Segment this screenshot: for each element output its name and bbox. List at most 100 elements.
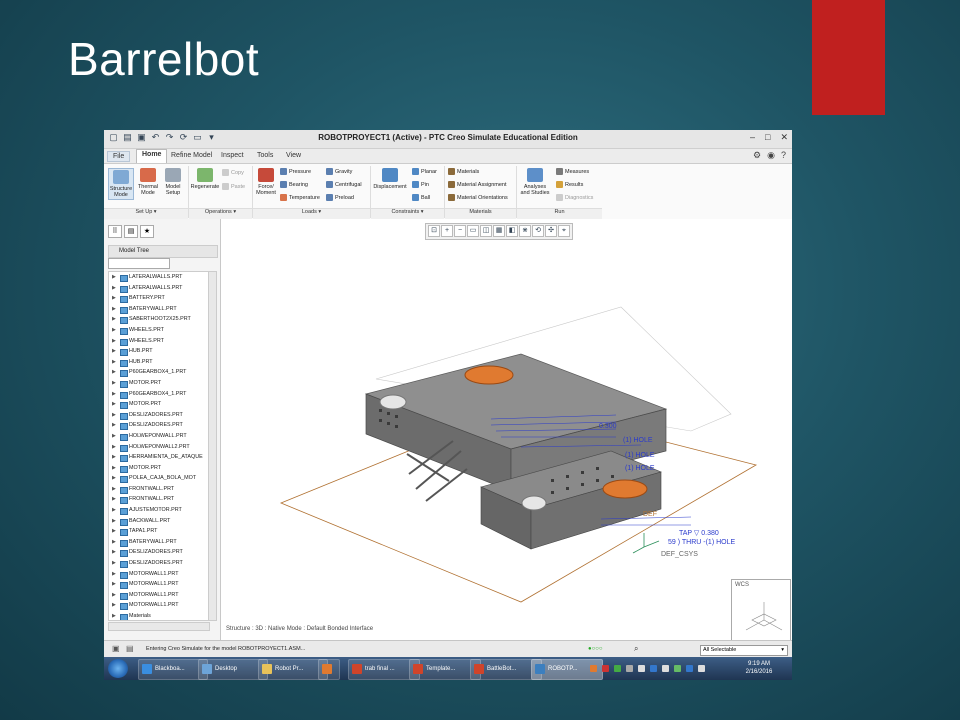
tree-item[interactable]: ▶ DESLIZADORES.PRT	[109, 558, 209, 569]
taskbar-media[interactable]	[318, 659, 340, 680]
tree-item[interactable]: ▶ HOLWEPONWALL2.PRT	[109, 442, 209, 453]
centrifugal-button[interactable]: Centrifugal	[326, 181, 362, 188]
paste-button[interactable]: Paste	[222, 183, 245, 190]
tree-item[interactable]: ▶ DESLIZADORES.PRT	[109, 420, 209, 431]
tree-item[interactable]: ▶ HUB.PRT	[109, 357, 209, 368]
force-moment-button[interactable]: Force/ Moment	[254, 168, 278, 196]
tab-file[interactable]: File	[107, 151, 131, 162]
model-setup-button[interactable]: Model Setup	[162, 168, 184, 196]
tree-item[interactable]: ▶ TAPA1.PRT	[109, 526, 209, 537]
expand-arrow-icon[interactable]: ▶	[112, 272, 116, 283]
bearing-button[interactable]: Bearing	[280, 181, 308, 188]
tab-view[interactable]: View	[281, 151, 306, 160]
selection-filter[interactable]: All Selectable ▾	[700, 645, 788, 656]
expand-arrow-icon[interactable]: ▶	[112, 357, 116, 368]
tree-item[interactable]: ▶ FRONTWALL.PRT	[109, 484, 209, 495]
tab-inspect[interactable]: Inspect	[216, 151, 249, 160]
tray-icon[interactable]	[590, 664, 597, 672]
status-icon[interactable]: ◉	[767, 150, 775, 161]
displacement-button[interactable]: Displacement	[372, 168, 408, 190]
expand-arrow-icon[interactable]: ▶	[112, 336, 116, 347]
expand-arrow-icon[interactable]: ▶	[112, 314, 116, 325]
expand-arrow-icon[interactable]: ▶	[112, 304, 116, 315]
folder-tab-icon[interactable]: ▤	[124, 225, 138, 238]
expand-arrow-icon[interactable]: ▶	[112, 399, 116, 410]
tab-refine-model[interactable]: Refine Model	[166, 151, 217, 160]
material-assignment-button[interactable]: Material Assignment	[448, 181, 507, 188]
expand-arrow-icon[interactable]: ▶	[112, 473, 116, 484]
find-icon[interactable]: ⌕	[634, 644, 638, 654]
expand-arrow-icon[interactable]: ▶	[112, 452, 116, 463]
expand-arrow-icon[interactable]: ▶	[112, 367, 116, 378]
tree-item[interactable]: ▶ POLEA_CAJA_BOLA_MOT	[109, 473, 209, 484]
tree-item[interactable]: ▶ MOTOR.PRT	[109, 399, 209, 410]
expand-arrow-icon[interactable]: ▶	[112, 484, 116, 495]
gravity-button[interactable]: Gravity	[326, 168, 352, 175]
volume-icon[interactable]	[698, 664, 705, 672]
analyses-button[interactable]: Analyses and Studies	[518, 168, 552, 196]
tray-icon[interactable]	[650, 664, 657, 672]
expand-arrow-icon[interactable]: ▶	[112, 442, 116, 453]
tree-item[interactable]: ▶ BATERYWALL.PRT	[109, 304, 209, 315]
tree-item[interactable]: ▶ DESLIZADORES.PRT	[109, 547, 209, 558]
expand-arrow-icon[interactable]: ▶	[112, 420, 116, 431]
message-area-icon[interactable]: ▤	[126, 644, 134, 653]
expand-arrow-icon[interactable]: ▶	[112, 558, 116, 569]
expand-arrow-icon[interactable]: ▶	[112, 463, 116, 474]
group-operations[interactable]: Operations ▾	[189, 208, 252, 219]
expand-arrow-icon[interactable]: ▶	[112, 346, 116, 357]
structure-mode-button[interactable]: Structure Mode	[108, 168, 134, 200]
tree-item[interactable]: ▶ AJUSTEMOTOR.PRT	[109, 505, 209, 516]
tree-item[interactable]: ▶ P60GEARBOX4_1.PRT	[109, 389, 209, 400]
network-icon[interactable]	[686, 664, 693, 672]
temperature-button[interactable]: Temperature	[280, 194, 320, 201]
expand-arrow-icon[interactable]: ▶	[112, 579, 116, 590]
tree-item[interactable]: ▶ FRONTWALL.PRT	[109, 494, 209, 505]
model-tree-search-input[interactable]	[108, 258, 170, 269]
help-icon[interactable]: ?	[781, 150, 786, 161]
tree-vertical-scrollbar[interactable]	[208, 271, 217, 621]
expand-arrow-icon[interactable]: ▶	[112, 590, 116, 601]
tree-item[interactable]: ▶ HERRAMIENTA_DE_ATAQUE	[109, 452, 209, 463]
expand-arrow-icon[interactable]: ▶	[112, 547, 116, 558]
regenerate-button[interactable]: Regenerate	[190, 168, 220, 190]
materials-button[interactable]: Materials	[448, 168, 479, 175]
tree-item[interactable]: ▶ HUB.PRT	[109, 346, 209, 357]
material-orientations-button[interactable]: Material Orientations	[448, 194, 508, 201]
tree-item[interactable]: ▶ MOTOR.PRT	[109, 463, 209, 474]
planar-button[interactable]: Planar	[412, 168, 437, 175]
tree-item[interactable]: ▶ MOTORWALL1.PRT	[109, 579, 209, 590]
tree-item[interactable]: ▶ P60GEARBOX4_1.PRT	[109, 367, 209, 378]
tree-item[interactable]: ▶ LATERALWALLS.PRT	[109, 283, 209, 294]
tree-item[interactable]: ▶ Materials	[109, 611, 209, 620]
tree-item[interactable]: ▶ BATERYWALL.PRT	[109, 537, 209, 548]
tray-icon[interactable]	[602, 664, 609, 672]
results-button[interactable]: Results	[556, 181, 583, 188]
minimize-icon[interactable]: –	[750, 132, 755, 143]
tray-icon[interactable]	[662, 664, 669, 672]
taskbar-clock[interactable]: 9:19 AM 2/16/2016	[734, 660, 784, 676]
tree-item[interactable]: ▶ SABERTHOOT2X25.PRT	[109, 314, 209, 325]
expand-arrow-icon[interactable]: ▶	[112, 293, 116, 304]
settings-icon[interactable]: ⚙	[753, 150, 761, 161]
preload-button[interactable]: Preload	[326, 194, 354, 201]
model-tree-tab-icon[interactable]: ⠿	[108, 225, 122, 238]
group-setup[interactable]: Set Up ▾	[104, 208, 188, 219]
tree-item[interactable]: ▶ BACKWALL.PRT	[109, 516, 209, 527]
tray-icon[interactable]	[674, 664, 681, 672]
group-constraints[interactable]: Constraints ▾	[371, 208, 444, 219]
favorites-tab-icon[interactable]: ★	[140, 225, 154, 238]
graphics-window[interactable]: ⊡ + − ▭ ◫ ▦ ◧ ⋇ ⟲ ✣ ⌖ (1) HOLE 0.300 (1)…	[221, 219, 792, 641]
pin-button[interactable]: Pin	[412, 181, 429, 188]
copy-button[interactable]: Copy	[222, 169, 244, 176]
expand-arrow-icon[interactable]: ▶	[112, 526, 116, 537]
expand-arrow-icon[interactable]: ▶	[112, 389, 116, 400]
close-icon[interactable]: ✕	[780, 132, 788, 143]
start-button[interactable]	[108, 659, 128, 678]
expand-arrow-icon[interactable]: ▶	[112, 600, 116, 611]
tree-item[interactable]: ▶ MOTORWALL1.PRT	[109, 600, 209, 611]
expand-arrow-icon[interactable]: ▶	[112, 431, 116, 442]
message-toggle-icon[interactable]: ▣	[112, 644, 120, 653]
tray-icon[interactable]	[614, 664, 621, 672]
expand-arrow-icon[interactable]: ▶	[112, 378, 116, 389]
